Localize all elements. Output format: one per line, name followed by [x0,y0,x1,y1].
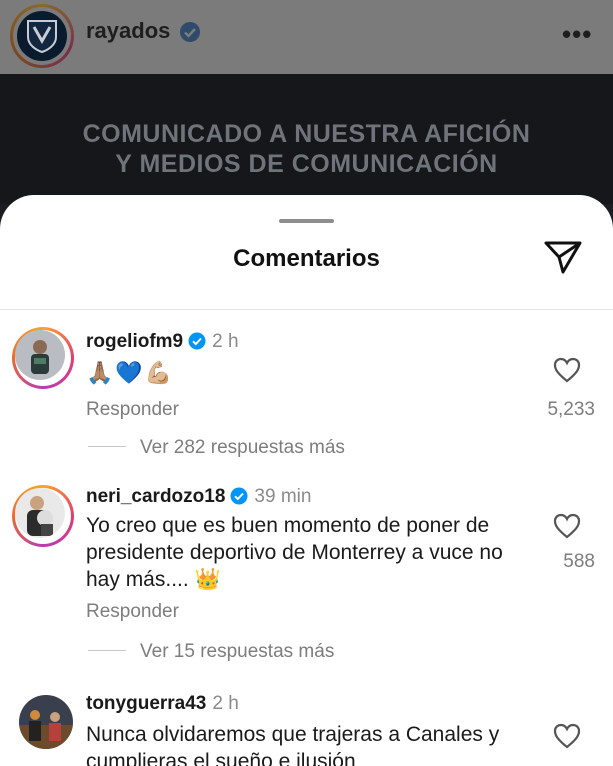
comment-username[interactable]: rogeliofm9 [86,331,183,352]
comment-text: 🙏🏽💙💪🏼 [86,360,175,385]
comments-sheet: Comentarios rogeliofm9 2 h 🙏🏽💙💪🏼 Respond… [0,195,613,766]
avatar[interactable] [19,695,81,757]
like-heart-icon[interactable] [553,723,581,754]
post-header: rayados ••• [0,0,613,74]
like-heart-icon[interactable] [553,513,581,544]
divider [0,309,613,310]
comment-username[interactable]: neri_cardozo18 [86,486,225,507]
reply-button[interactable]: Responder [86,601,179,623]
verified-badge-icon [188,332,206,356]
more-options-icon[interactable]: ••• [562,19,592,50]
comment-time: 2 h [212,331,239,352]
account-avatar[interactable] [10,4,74,68]
comment-text: Yo creo que es buen momento de poner de … [86,514,503,591]
like-count: 588 [563,551,595,572]
post-image: COMUNICADO A NUESTRA AFICIÓN Y MEDIOS DE… [0,74,613,204]
comment-time: 39 min [254,486,312,507]
post-headline: COMUNICADO A NUESTRA AFICIÓN Y MEDIOS DE… [82,120,531,178]
avatar[interactable] [12,327,74,389]
rayados-logo-icon [17,11,67,61]
verified-badge-icon [179,21,201,48]
view-more-replies[interactable]: Ver 15 respuestas más [88,641,334,663]
sheet-grabber[interactable] [279,219,334,223]
reply-button[interactable]: Responder [86,399,179,421]
sheet-title: Comentarios [233,245,380,272]
like-count: 5,233 [547,399,595,420]
view-more-replies[interactable]: Ver 282 respuestas más [88,437,345,459]
comment-text: Nunca olvidaremos que trajeras a Canales… [86,723,500,766]
share-icon[interactable] [543,239,583,280]
account-username[interactable]: rayados [86,18,170,44]
comment-time: 2 h [212,693,239,714]
avatar[interactable] [12,485,74,547]
verified-badge-icon [230,487,248,511]
like-heart-icon[interactable] [553,357,581,388]
comment-username[interactable]: tonyguerra43 [86,693,206,714]
